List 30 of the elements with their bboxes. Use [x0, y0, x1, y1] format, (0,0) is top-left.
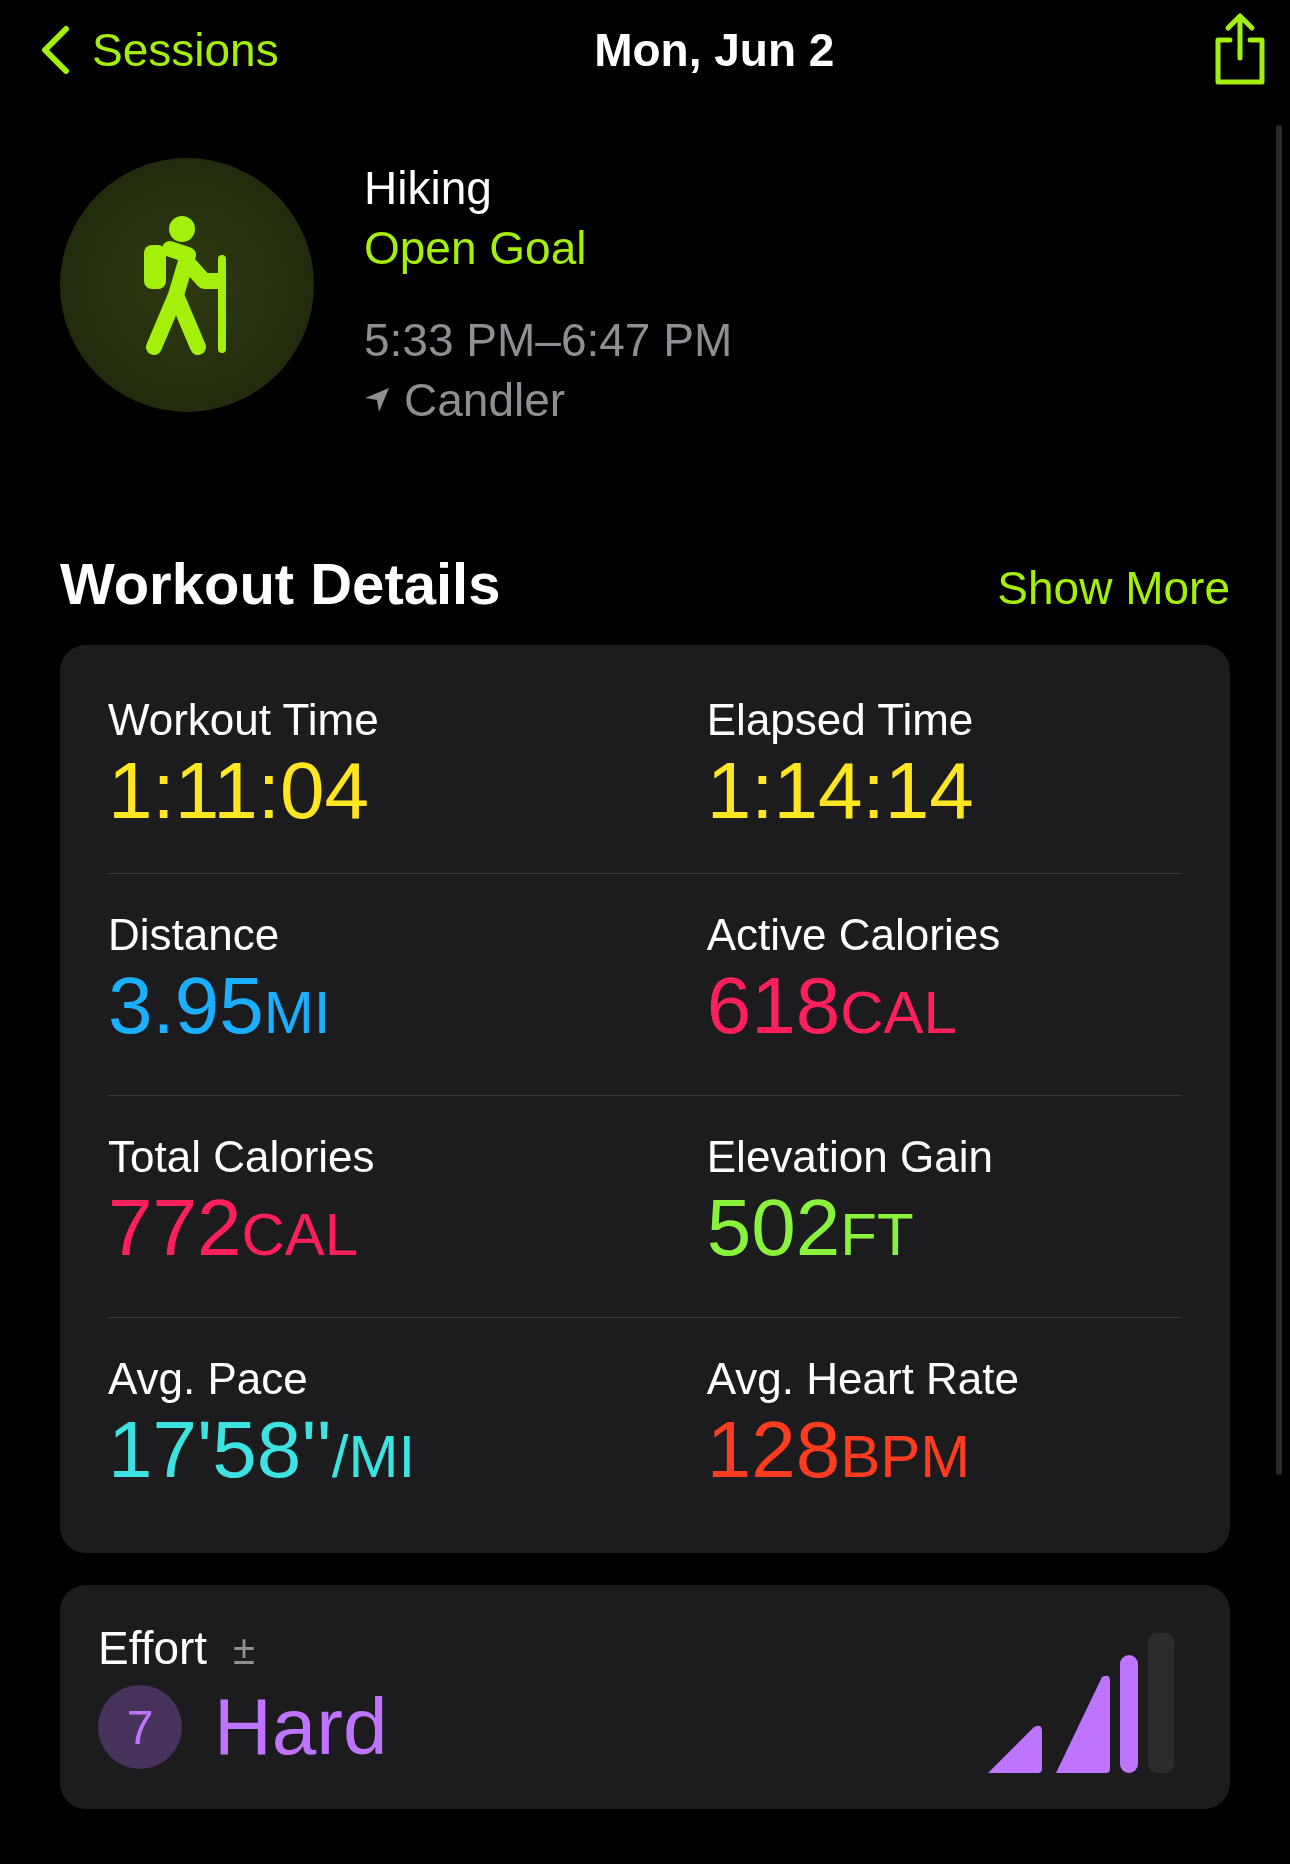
chevron-left-icon — [40, 25, 70, 75]
effort-score: 7 — [98, 1685, 182, 1769]
metric-label: Avg. Pace — [108, 1354, 309, 1404]
effort-rating: Hard — [214, 1681, 388, 1773]
metric-label: Elapsed Time — [706, 695, 975, 745]
location-name: Candler — [404, 373, 566, 428]
metric-label: Distance — [108, 910, 281, 960]
workout-type: Hiking — [364, 161, 493, 216]
metric-label: Active Calories — [706, 910, 1002, 960]
metric-label: Total Calories — [108, 1132, 376, 1182]
back-link[interactable]: Sessions — [40, 23, 279, 77]
metric-value: 618CAL — [706, 960, 958, 1052]
metric-label: Avg. Heart Rate — [706, 1354, 1020, 1404]
metric-value: 3.95MI — [108, 960, 332, 1052]
section-title: Workout Details — [60, 550, 501, 617]
metric-value: 772CAL — [108, 1182, 360, 1274]
metric-value: 128BPM — [706, 1404, 972, 1496]
time-range: 5:33 PM–6:47 PM — [364, 313, 733, 368]
nav-title: Mon, Jun 2 — [594, 23, 835, 77]
metric-value: 1:11:04 — [108, 745, 370, 837]
metric-label: Elevation Gain — [706, 1132, 994, 1182]
workout-goal: Open Goal — [364, 221, 588, 276]
effort-label: Effort — [98, 1622, 208, 1674]
metric-label: Workout Time — [108, 695, 380, 745]
metric-value: 1:14:14 — [706, 745, 975, 837]
adjust-button[interactable]: ± — [233, 1628, 256, 1673]
location-arrow-icon — [364, 387, 390, 413]
metric-value: 17'58''/MI — [108, 1404, 417, 1496]
show-more-link[interactable]: Show More — [997, 561, 1230, 615]
metric-value: 502FT — [706, 1182, 915, 1274]
